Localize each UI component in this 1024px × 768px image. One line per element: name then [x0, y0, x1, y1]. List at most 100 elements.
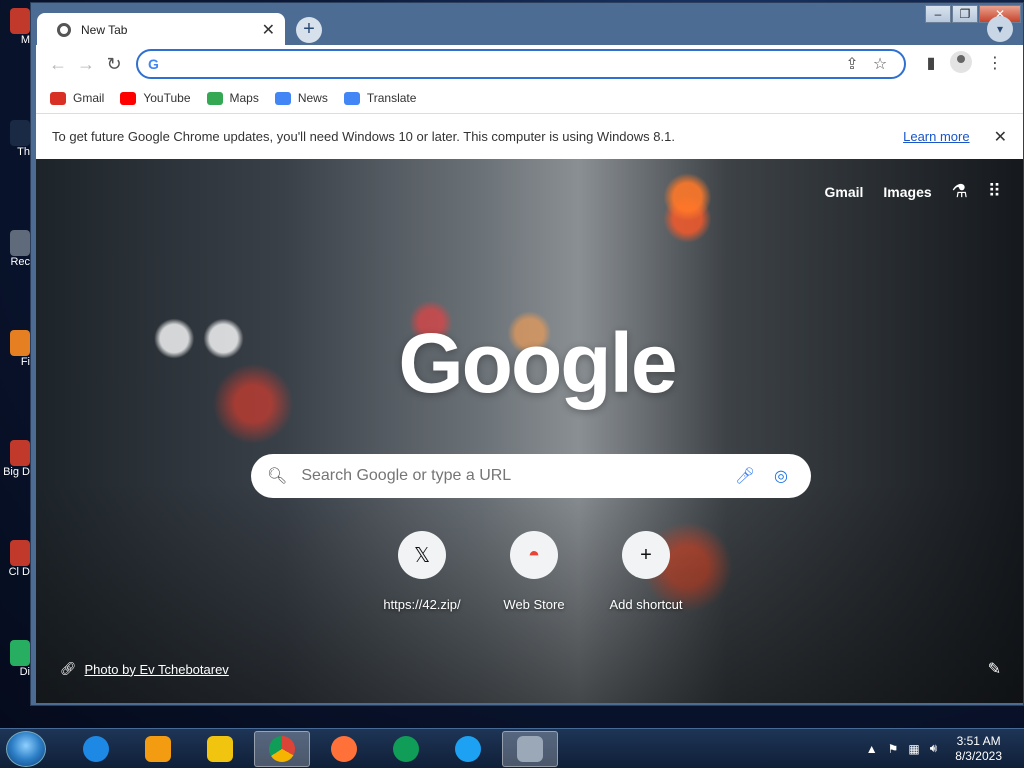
- taskbar-apps: [68, 730, 558, 767]
- desktop-icon[interactable]: Rec: [0, 230, 30, 268]
- voice-search-icon[interactable]: 🎤︎: [731, 466, 759, 486]
- omnibox[interactable]: G ⇪ ☆: [136, 49, 906, 79]
- new-tab-button[interactable]: +: [296, 17, 322, 43]
- customize-pencil-icon[interactable]: ✎: [988, 659, 1001, 679]
- tab-search-button[interactable]: ▾: [987, 16, 1013, 42]
- desktop-icon-label: Big D: [3, 466, 30, 478]
- action-center-flag-icon[interactable]: ⚑: [888, 742, 899, 756]
- taskbar: ▲ ⚑ ▦ 🔊︎ 3:51 AM 8/3/2023: [0, 728, 1024, 768]
- edge-icon: [455, 735, 481, 762]
- bookmark-maps[interactable]: Maps: [206, 91, 259, 105]
- taskbar-ie[interactable]: [68, 731, 124, 767]
- close-infobar-icon[interactable]: ✕: [994, 127, 1007, 147]
- desktop-icon-label: Fi: [20, 356, 30, 368]
- forward-button[interactable]: →: [72, 50, 100, 78]
- apps-grid-icon[interactable]: ⠿: [988, 181, 1001, 202]
- tab-strip: New Tab ✕ + ▾: [36, 12, 1023, 47]
- desktop-icon-label: M: [20, 34, 30, 46]
- avatar: [950, 51, 972, 73]
- news-icon: [274, 91, 291, 105]
- omnibox-input[interactable]: [166, 56, 838, 72]
- desktop-icon-label: Cl D: [8, 566, 30, 578]
- photo-credit-link[interactable]: Photo by Ev Tchebotarev: [85, 662, 229, 677]
- bookmark-gmail[interactable]: Gmail: [50, 91, 104, 105]
- photo-credit: 🔗︎ Photo by Ev Tchebotarev: [60, 661, 229, 677]
- shortcut-tile[interactable]: 𝕏 https://42.zip/: [366, 531, 478, 612]
- google-g-icon: G: [148, 56, 159, 72]
- bookmark-youtube[interactable]: YouTube: [120, 91, 191, 105]
- new-tab-page: Gmail Images ⚗ ⠿ Google 🔍︎ 🎤︎ ◎ 𝕏 https:…: [36, 159, 1023, 703]
- bookmark-label: Translate: [366, 91, 417, 105]
- share-icon[interactable]: ⇪: [838, 54, 866, 74]
- menu-kebab-icon[interactable]: ⋮: [982, 51, 1008, 77]
- folder-icon: [207, 735, 233, 762]
- desktop-icon[interactable]: Big D: [0, 440, 30, 478]
- learn-more-link[interactable]: Learn more: [903, 129, 969, 144]
- desktop-icon-label: Di: [19, 666, 30, 678]
- x-logo-icon: 𝕏: [398, 531, 446, 579]
- volume-icon[interactable]: 🔊︎: [930, 741, 938, 756]
- installer-icon: [517, 735, 543, 762]
- clock-time: 3:51 AM: [956, 733, 1001, 748]
- shortcut-tile[interactable]: ◓ Web Store: [478, 531, 590, 612]
- shortcut-label: Add shortcut: [609, 597, 683, 612]
- start-button[interactable]: [6, 730, 46, 767]
- profile-button[interactable]: [950, 51, 976, 77]
- tab-new-tab[interactable]: New Tab ✕: [37, 13, 285, 47]
- chrome-icon: [57, 23, 71, 37]
- gmail-link[interactable]: Gmail: [825, 184, 864, 200]
- youtube-icon: [120, 91, 137, 105]
- system-tray: ▲ ⚑ ▦ 🔊︎ 3:51 AM 8/3/2023: [866, 734, 1024, 764]
- network-icon[interactable]: ▦: [908, 742, 919, 756]
- taskbar-firefox[interactable]: [316, 731, 372, 767]
- maps-icon: [206, 91, 223, 105]
- reload-button[interactable]: ↻: [100, 50, 128, 78]
- translate-icon: [343, 91, 360, 105]
- taskbar-explorer[interactable]: [192, 731, 248, 767]
- bookmark-star-icon[interactable]: ☆: [866, 54, 894, 74]
- search-icon: 🔍︎: [267, 468, 288, 485]
- desktop-icon[interactable]: Cl D: [0, 540, 30, 578]
- ntp-header: Gmail Images ⚗ ⠿: [825, 181, 1001, 202]
- chrome-icon: [269, 735, 295, 762]
- bookmark-translate[interactable]: Translate: [343, 91, 417, 105]
- internet-explorer-icon: [83, 735, 109, 762]
- desktop-icon[interactable]: Di: [0, 640, 30, 678]
- infobar-message: To get future Google Chrome updates, you…: [52, 129, 675, 144]
- bookmarks-bar: Gmail YouTube Maps News Translate: [36, 83, 1023, 113]
- link-icon: 🔗︎: [60, 661, 77, 676]
- gmail-icon: [50, 91, 66, 105]
- back-button[interactable]: ←: [44, 50, 72, 78]
- bookmark-label: Gmail: [73, 91, 105, 105]
- clock[interactable]: 3:51 AM 8/3/2023: [955, 734, 1002, 764]
- labs-flask-icon[interactable]: ⚗: [952, 181, 968, 202]
- desktop-icon-label: Th: [17, 146, 30, 158]
- taskbar-sheets[interactable]: [378, 731, 434, 767]
- shortcut-label: Web Store: [503, 597, 565, 612]
- ntp-search-input[interactable]: [301, 467, 723, 485]
- images-link[interactable]: Images: [883, 184, 931, 200]
- close-tab-icon[interactable]: ✕: [262, 20, 275, 40]
- ntp-search-box[interactable]: 🔍︎ 🎤︎ ◎: [251, 454, 811, 498]
- shortcut-label: https://42.zip/: [383, 597, 461, 612]
- bookmark-news[interactable]: News: [274, 91, 328, 105]
- taskbar-installer[interactable]: [502, 730, 558, 767]
- desktop-icon[interactable]: M: [0, 8, 30, 46]
- taskbar-media-player[interactable]: [130, 731, 186, 767]
- bookmark-label: Maps: [229, 91, 259, 105]
- sheets-icon: [393, 735, 419, 762]
- update-infobar: To get future Google Chrome updates, you…: [36, 113, 1023, 159]
- side-panel-icon[interactable]: ▮: [918, 51, 944, 77]
- toolbar: ← → ↻ G ⇪ ☆ ▮ ⋮: [36, 45, 1023, 83]
- desktop-icon[interactable]: Fi: [0, 330, 30, 368]
- tab-title: New Tab: [81, 23, 128, 37]
- taskbar-chrome[interactable]: [254, 730, 310, 767]
- lens-camera-icon[interactable]: ◎: [767, 466, 795, 486]
- add-shortcut-tile[interactable]: + Add shortcut: [590, 531, 702, 612]
- desktop-icon-label: Rec: [10, 256, 30, 268]
- tray-expand-icon[interactable]: ▲: [866, 742, 878, 756]
- taskbar-edge[interactable]: [440, 731, 496, 767]
- google-logo: Google: [398, 316, 677, 410]
- desktop-icon[interactable]: Th: [0, 120, 30, 158]
- web-store-icon: ◓: [510, 531, 558, 579]
